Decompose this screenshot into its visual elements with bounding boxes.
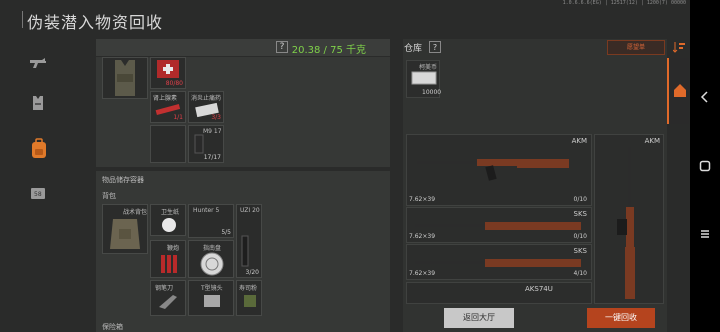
- recycle-all-button[interactable]: 一键回收: [587, 308, 655, 328]
- sks2-caliber: 7.62×39: [409, 270, 436, 277]
- adrenaline-count: 1/1: [173, 114, 183, 121]
- compass-icon: [200, 252, 224, 276]
- gear-slot-ammo-m9[interactable]: M9 17 17/17: [188, 125, 224, 163]
- tlens-icon: [204, 295, 220, 307]
- painkiller-count: 3/3: [211, 114, 221, 121]
- knife-icon: [159, 295, 177, 309]
- backpack-label: 背包: [102, 192, 116, 200]
- warehouse-help-button[interactable]: ?: [429, 41, 441, 53]
- android-nav-bar: [690, 0, 720, 332]
- firecracker-title: 鞭炮: [167, 245, 180, 252]
- sort-icon[interactable]: [673, 41, 687, 53]
- akm-count: 0/10: [573, 196, 587, 203]
- cash-stack-icon: [411, 71, 437, 85]
- side-tab[interactable]: [667, 58, 689, 124]
- home-nav-icon[interactable]: [699, 160, 711, 172]
- uzi-title: UZI 20: [240, 207, 260, 214]
- backpack-slot-compass[interactable]: 指南盘: [188, 240, 234, 278]
- backpack-slot-hunter[interactable]: Hunter 5 5/5: [188, 204, 234, 238]
- akm-rifle-icon: [417, 159, 569, 181]
- tactical-bag-icon: [110, 219, 140, 249]
- tissue-icon: [162, 218, 176, 232]
- hunter-count: 5/5: [221, 229, 231, 236]
- akm-caliber: 7.62×39: [409, 196, 436, 203]
- sks-rifle-icon-2: [415, 259, 581, 267]
- medkit-icon: [157, 60, 179, 78]
- gun-row-akm[interactable]: AKM 7.62×39 0/10: [406, 134, 592, 206]
- gun-row-aks74u[interactable]: AKS74U: [406, 282, 592, 304]
- safe-label: 保险箱: [102, 323, 123, 331]
- uzi-magazine-icon: [241, 235, 249, 267]
- sks-rifle-icon: [415, 222, 581, 230]
- left-nav: 58: [0, 38, 92, 332]
- case-icon[interactable]: 58: [29, 184, 47, 202]
- svg-text:58: 58: [34, 191, 42, 198]
- adrenaline-title: 肾上腺素: [153, 95, 178, 102]
- backpack-slot-tissue[interactable]: 卫生纸: [150, 204, 186, 236]
- weight-bar: ? 20.38 / 75 千克: [96, 39, 390, 56]
- back-to-lobby-button[interactable]: 返回大厅: [444, 308, 514, 328]
- gun-row-sks-2[interactable]: SKS 7.62×39 4/10: [406, 244, 592, 280]
- vest-icon[interactable]: [29, 94, 47, 112]
- warehouse-home-icon: [674, 84, 686, 97]
- gun-row-sks-1[interactable]: SKS 7.62×39 0/10: [406, 207, 592, 243]
- sks2-count: 4/10: [573, 270, 587, 277]
- gear-slot-adrenaline[interactable]: 肾上腺素 1/1: [150, 91, 186, 123]
- backpack-slot-firecracker[interactable]: 鞭炮: [150, 240, 186, 278]
- vertical-akm-name: AKM: [644, 137, 660, 145]
- vertical-akm-icon: [617, 147, 635, 299]
- hunter-title: Hunter 5: [193, 207, 220, 214]
- ammo-m9-count: 17/17: [203, 154, 221, 161]
- vest-item-icon: [115, 60, 135, 96]
- ammo-m9-title: M9 17: [203, 128, 222, 135]
- gun-slot-vertical-akm[interactable]: AKM: [594, 134, 664, 304]
- warehouse-title: 仓库: [404, 44, 423, 54]
- wishlist-button[interactable]: 愿望单: [607, 40, 665, 55]
- back-nav-icon[interactable]: [699, 91, 711, 103]
- gun-icon[interactable]: [29, 54, 47, 72]
- weight-help-button[interactable]: ?: [276, 41, 288, 53]
- firecracker-icon: [161, 255, 177, 273]
- gear-slot-painkiller[interactable]: 消炎止痛药 3/3: [188, 91, 224, 123]
- tissue-title: 卫生纸: [161, 209, 180, 216]
- painkiller-title: 消炎止痛药: [191, 95, 222, 102]
- title-divider: [22, 11, 23, 28]
- sks1-count: 0/10: [573, 233, 587, 240]
- backpack-slot-sushi[interactable]: 寿司粉: [236, 280, 262, 316]
- page-title: 伪装潜入物资回收: [27, 13, 164, 32]
- backpack-icon[interactable]: [29, 138, 49, 160]
- backpack-slot-tlens[interactable]: T型镜头: [188, 280, 234, 316]
- gear-slot-vest[interactable]: [102, 57, 148, 99]
- menu-nav-icon[interactable]: [699, 228, 711, 240]
- uzi-count: 3/20: [245, 269, 259, 276]
- storage-label: 物品储存容器: [102, 176, 144, 184]
- weight-value: 20.38 / 75 千克: [291, 45, 366, 56]
- backpack-slot-bag[interactable]: 战术背包: [102, 204, 148, 254]
- gear-panel: 80/80 肾上腺素 1/1 消炎止痛药 3/3 M9 17 17/17: [96, 57, 390, 167]
- sks1-caliber: 7.62×39: [409, 233, 436, 240]
- backpack-slot-knife[interactable]: 钢笔刀: [150, 280, 186, 316]
- gear-slot-medkit[interactable]: 80/80: [150, 57, 186, 89]
- storage-panel: 物品储存容器 背包 战术背包 卫生纸 Hunter 5 5/5 UZI 20 3…: [96, 171, 390, 332]
- magazine-icon: [194, 134, 204, 154]
- title-bar: 伪装潜入物资回收: [0, 0, 690, 38]
- aks74u-name: AKS74U: [525, 285, 553, 293]
- akm-name: AKM: [571, 137, 587, 145]
- sushi-icon: [244, 295, 256, 307]
- gear-slot-empty[interactable]: [150, 125, 186, 163]
- currency-amount: 10000: [422, 89, 442, 96]
- currency-slot[interactable]: 柯美币 10000: [406, 60, 442, 98]
- backpack-slot-uzi[interactable]: UZI 20 3/20: [236, 204, 262, 278]
- medkit-count: 80/80: [165, 80, 183, 87]
